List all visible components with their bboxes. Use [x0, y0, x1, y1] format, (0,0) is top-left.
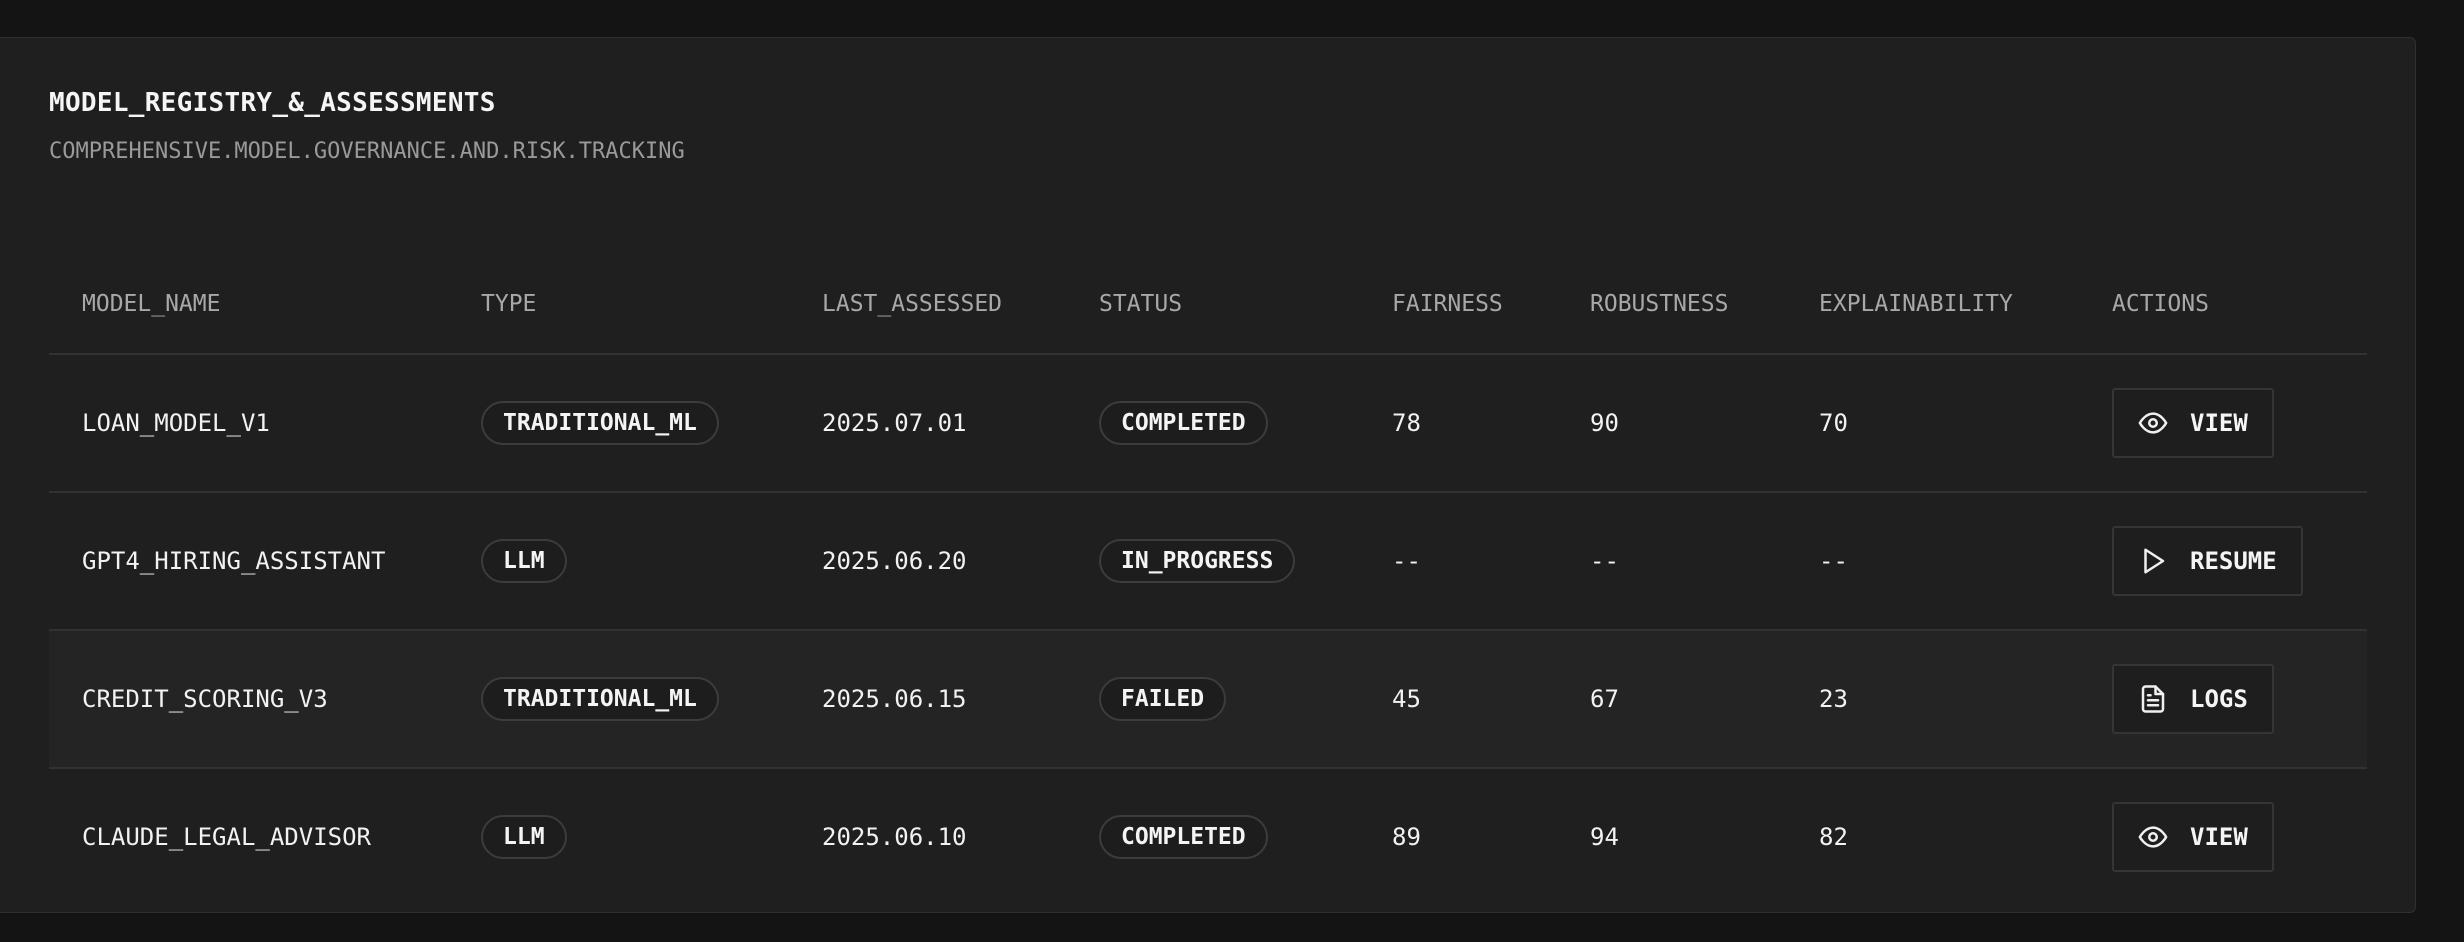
- status-badge: COMPLETED: [1099, 401, 1268, 445]
- column-header-status[interactable]: STATUS: [1099, 266, 1182, 342]
- fairness-cell: --: [1392, 547, 1421, 575]
- type-cell: TRADITIONAL_ML: [481, 355, 719, 491]
- model-name-cell: LOAN_MODEL_V1: [82, 409, 270, 437]
- table-row: GPT4_HIRING_ASSISTANT LLM 2025.06.20 IN_…: [49, 493, 2367, 631]
- fairness-cell: 89: [1392, 823, 1421, 851]
- status-badge: FAILED: [1099, 677, 1227, 721]
- resume-button-label: RESUME: [2190, 547, 2277, 575]
- fairness-cell: 78: [1392, 409, 1421, 437]
- column-header-actions: ACTIONS: [2112, 291, 2209, 317]
- actions-cell: RESUME: [2112, 493, 2303, 629]
- column-header-explainability[interactable]: EXPLAINABILITY: [1819, 266, 2013, 342]
- column-header-robustness[interactable]: ROBUSTNESS: [1590, 266, 1728, 342]
- fairness-cell: 45: [1392, 685, 1421, 713]
- robustness-cell: 90: [1590, 409, 1619, 437]
- actions-cell: VIEW: [2112, 355, 2274, 491]
- actions-cell: LOGS: [2112, 631, 2274, 767]
- table-row: CREDIT_SCORING_V3 TRADITIONAL_ML 2025.06…: [49, 631, 2367, 769]
- eye-icon: [2138, 412, 2168, 434]
- status-badge: IN_PROGRESS: [1099, 539, 1296, 583]
- type-badge: TRADITIONAL_ML: [481, 401, 719, 445]
- logs-button[interactable]: LOGS: [2112, 664, 2274, 734]
- type-badge: TRADITIONAL_ML: [481, 677, 719, 721]
- logs-button-label: LOGS: [2190, 685, 2248, 713]
- type-cell: TRADITIONAL_ML: [481, 631, 719, 767]
- type-badge: LLM: [481, 815, 567, 859]
- view-button[interactable]: VIEW: [2112, 388, 2274, 458]
- status-cell: FAILED: [1099, 631, 1227, 767]
- explainability-cell: --: [1819, 547, 1848, 575]
- last-assessed-cell: 2025.06.15: [822, 685, 967, 713]
- column-header-last-assessed[interactable]: LAST_ASSESSED: [822, 266, 1002, 342]
- robustness-cell: 94: [1590, 823, 1619, 851]
- model-name-cell: CREDIT_SCORING_V3: [82, 685, 328, 713]
- page-title: MODEL_REGISTRY_&_ASSESSMENTS: [49, 88, 496, 118]
- last-assessed-cell: 2025.06.20: [822, 547, 967, 575]
- model-table: MODEL_NAME TYPE LAST_ASSESSED STATUS FAI…: [49, 266, 2367, 905]
- robustness-cell: --: [1590, 547, 1619, 575]
- last-assessed-cell: 2025.06.10: [822, 823, 967, 851]
- document-icon: [2141, 685, 2165, 713]
- robustness-cell: 67: [1590, 685, 1619, 713]
- status-cell: COMPLETED: [1099, 355, 1268, 491]
- actions-cell: VIEW: [2112, 769, 2274, 905]
- play-icon: [2144, 548, 2165, 574]
- explainability-cell: 23: [1819, 685, 1848, 713]
- model-name-cell: GPT4_HIRING_ASSISTANT: [82, 547, 386, 575]
- status-cell: COMPLETED: [1099, 769, 1268, 905]
- column-header-type[interactable]: TYPE: [481, 266, 536, 342]
- table-header: MODEL_NAME TYPE LAST_ASSESSED STATUS FAI…: [49, 266, 2367, 355]
- view-button-label: VIEW: [2190, 823, 2248, 851]
- view-button-label: VIEW: [2190, 409, 2248, 437]
- column-header-fairness[interactable]: FAIRNESS: [1392, 266, 1503, 342]
- type-badge: LLM: [481, 539, 567, 583]
- type-cell: LLM: [481, 769, 567, 905]
- explainability-cell: 82: [1819, 823, 1848, 851]
- column-header-model-name[interactable]: MODEL_NAME: [82, 266, 220, 342]
- table-row: CLAUDE_LEGAL_ADVISOR LLM 2025.06.10 COMP…: [49, 769, 2367, 905]
- type-cell: LLM: [481, 493, 567, 629]
- status-badge: COMPLETED: [1099, 815, 1268, 859]
- model-registry-panel: MODEL_REGISTRY_&_ASSESSMENTS COMPREHENSI…: [0, 37, 2416, 913]
- page-subtitle: COMPREHENSIVE.MODEL.GOVERNANCE.AND.RISK.…: [49, 139, 685, 164]
- view-button[interactable]: VIEW: [2112, 802, 2274, 872]
- last-assessed-cell: 2025.07.01: [822, 409, 967, 437]
- status-cell: IN_PROGRESS: [1099, 493, 1296, 629]
- table-row: LOAN_MODEL_V1 TRADITIONAL_ML 2025.07.01 …: [49, 355, 2367, 493]
- explainability-cell: 70: [1819, 409, 1848, 437]
- model-name-cell: CLAUDE_LEGAL_ADVISOR: [82, 823, 371, 851]
- resume-button[interactable]: RESUME: [2112, 526, 2303, 596]
- eye-icon: [2138, 826, 2168, 848]
